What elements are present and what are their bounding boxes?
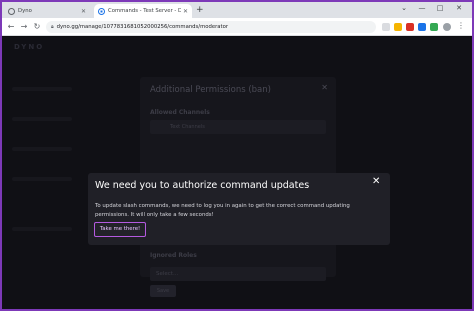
dyno-favicon-icon	[98, 7, 105, 15]
reload-icon[interactable]: ↻	[32, 21, 42, 33]
globe-icon	[8, 7, 15, 15]
channel-select[interactable]: Text Channels	[150, 120, 326, 134]
sidebar-item[interactable]	[12, 117, 72, 121]
sidebar-item[interactable]	[12, 227, 72, 231]
tab-title: Dyno	[18, 8, 32, 14]
forward-icon[interactable]: →	[19, 21, 29, 33]
tab-strip: Dyno ✕ Commands - Test Server - Dyno ✕ +…	[2, 2, 472, 18]
authorize-modal: We need you to authorize command updates…	[88, 173, 390, 245]
close-tab-icon[interactable]: ✕	[81, 8, 86, 15]
close-icon[interactable]: ✕	[321, 83, 328, 92]
modal-title: Additional Permissions (ban)	[150, 85, 271, 95]
allowed-channels-label: Allowed Channels	[150, 109, 210, 116]
save-button[interactable]: Save	[150, 285, 176, 297]
sidebar-item[interactable]	[12, 147, 72, 151]
new-tab-button[interactable]: +	[196, 5, 204, 15]
browser-window: Dyno ✕ Commands - Test Server - Dyno ✕ +…	[2, 2, 472, 309]
maximize-button[interactable]: □	[434, 3, 446, 13]
address-bar[interactable]: 🔒︎ dyno.gg/manage/1077831681052000256/co…	[46, 21, 376, 33]
bookmark-star-icon[interactable]	[394, 23, 402, 31]
profile-avatar[interactable]	[443, 23, 451, 31]
ignored-roles-label: Ignored Roles	[150, 252, 197, 259]
modal-title: We need you to authorize command updates	[95, 180, 310, 191]
extension-icon[interactable]	[418, 23, 426, 31]
tab-commands[interactable]: Commands - Test Server - Dyno ✕	[94, 4, 192, 18]
sidebar-item[interactable]	[12, 177, 72, 181]
sidebar-item[interactable]	[12, 87, 72, 91]
browser-toolbar: ← → ↻ 🔒︎ dyno.gg/manage/1077831681052000…	[2, 18, 472, 36]
url-text: dyno.gg/manage/1077831681052000256/comma…	[56, 24, 229, 30]
close-icon[interactable]: ✕	[372, 176, 380, 188]
tab-search-icon[interactable]: ⌄	[398, 3, 410, 13]
minimize-button[interactable]: —	[416, 3, 428, 13]
share-icon[interactable]	[382, 23, 390, 31]
back-icon[interactable]: ←	[6, 21, 16, 33]
close-tab-icon[interactable]: ✕	[183, 8, 188, 15]
role-select[interactable]: Select...	[150, 267, 326, 281]
extension-icon[interactable]	[406, 23, 414, 31]
take-me-there-button[interactable]: Take me there!	[94, 222, 146, 237]
close-window-button[interactable]: ✕	[453, 3, 465, 13]
extension-icon[interactable]	[430, 23, 438, 31]
tab-title: Commands - Test Server - Dyno	[108, 8, 181, 14]
page-content: DYNO Additional Permissions (ban) ✕ Allo…	[2, 37, 472, 309]
menu-icon[interactable]: ⋮	[457, 22, 465, 30]
dyno-logo: DYNO	[14, 43, 45, 51]
modal-body: To update slash commands, we need to log…	[95, 203, 350, 218]
tab-dyno[interactable]: Dyno ✕	[4, 4, 90, 18]
lock-icon: 🔒︎	[51, 24, 54, 30]
